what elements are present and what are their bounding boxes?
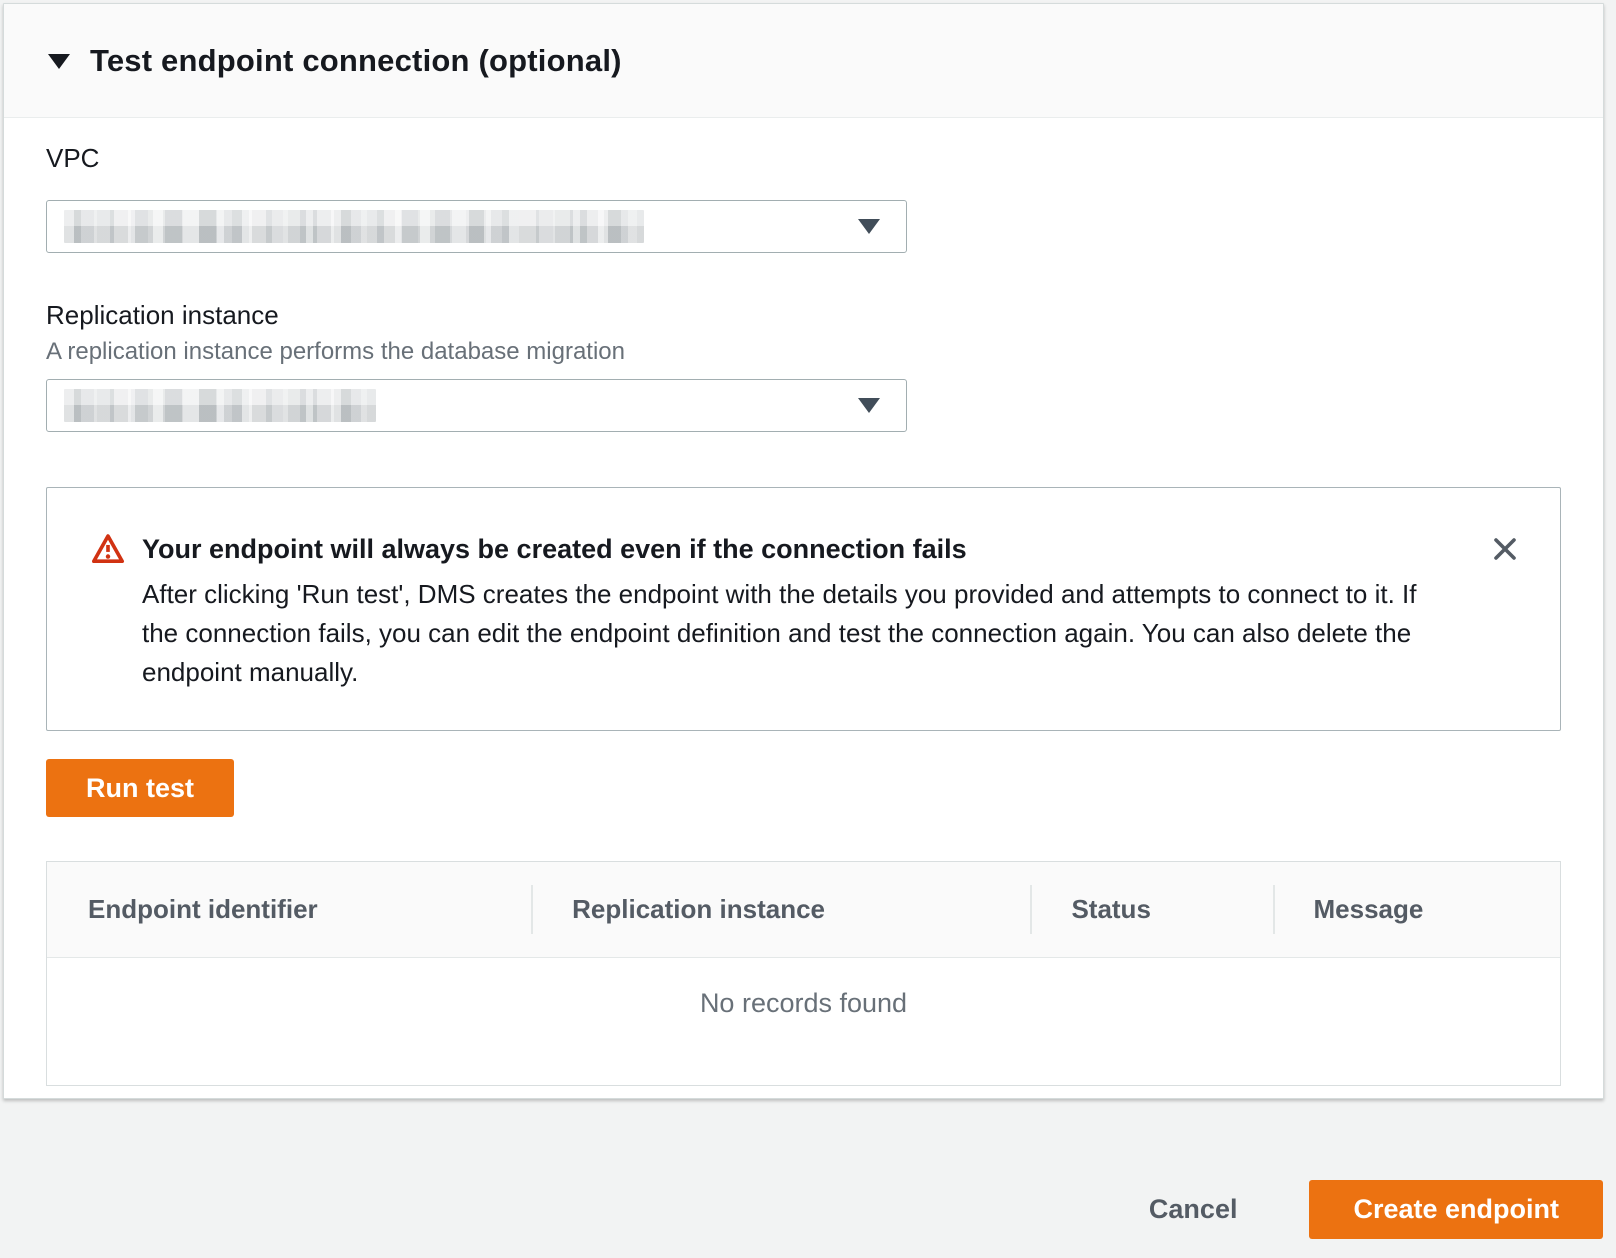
column-header-replication-instance: Replication instance bbox=[531, 862, 1030, 958]
warning-alert: Your endpoint will always be created eve… bbox=[46, 487, 1561, 731]
collapse-triangle-icon bbox=[48, 54, 70, 69]
vpc-label: VPC bbox=[46, 142, 1561, 174]
replication-instance-redacted-value bbox=[64, 389, 376, 422]
replication-instance-label: Replication instance bbox=[46, 299, 1561, 331]
section-body: VPC Replication instance A replication i… bbox=[4, 142, 1603, 1086]
table-empty-row: No records found bbox=[47, 958, 1560, 1085]
close-icon bbox=[1490, 552, 1520, 567]
test-endpoint-section-card: Test endpoint connection (optional) VPC … bbox=[3, 3, 1604, 1099]
empty-state-message: No records found bbox=[47, 958, 1560, 1085]
alert-text-block: Your endpoint will always be created eve… bbox=[142, 530, 1454, 692]
vpc-redacted-value bbox=[64, 210, 644, 243]
footer-action-bar: Cancel Create endpoint bbox=[1149, 1180, 1603, 1239]
cancel-button[interactable]: Cancel bbox=[1149, 1194, 1238, 1225]
column-header-message: Message bbox=[1273, 862, 1560, 958]
column-header-status: Status bbox=[1030, 862, 1272, 958]
alert-body: After clicking 'Run test', DMS creates t… bbox=[142, 575, 1454, 692]
create-endpoint-button[interactable]: Create endpoint bbox=[1309, 1180, 1603, 1239]
chevron-down-icon bbox=[858, 398, 880, 413]
alert-title: Your endpoint will always be created eve… bbox=[142, 530, 1454, 568]
connection-results-table: Endpoint identifier Replication instance… bbox=[46, 861, 1561, 1086]
chevron-down-icon bbox=[858, 219, 880, 234]
vpc-select[interactable] bbox=[46, 200, 907, 253]
table-header-row: Endpoint identifier Replication instance… bbox=[47, 862, 1560, 958]
replication-instance-select[interactable] bbox=[46, 379, 907, 432]
alert-close-button[interactable] bbox=[1486, 530, 1524, 568]
run-test-button[interactable]: Run test bbox=[46, 759, 234, 817]
warning-icon bbox=[91, 533, 125, 570]
section-title: Test endpoint connection (optional) bbox=[90, 43, 622, 79]
section-header-toggle[interactable]: Test endpoint connection (optional) bbox=[4, 4, 1603, 118]
column-header-endpoint-identifier: Endpoint identifier bbox=[47, 862, 531, 958]
replication-instance-description: A replication instance performs the data… bbox=[46, 337, 1561, 367]
